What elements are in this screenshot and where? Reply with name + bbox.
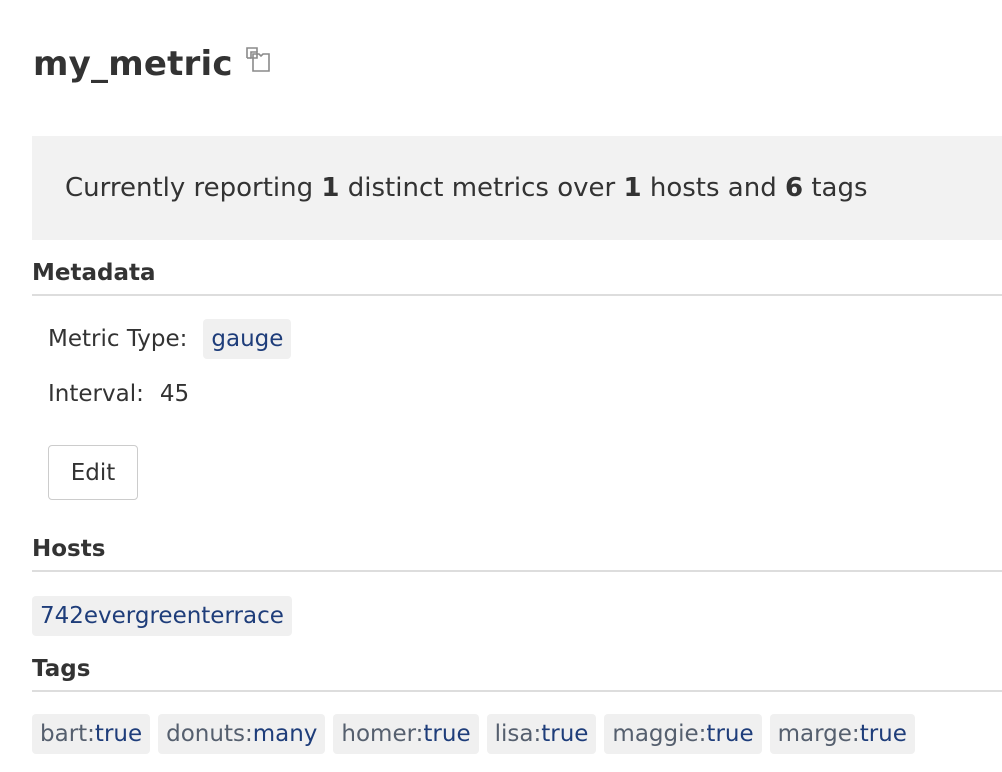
- metric-type-row: Metric Type: gauge: [48, 319, 292, 359]
- metrics-count: 1: [321, 173, 340, 203]
- tag-key: marge:: [777, 721, 860, 747]
- host-item[interactable]: 742evergreenterrace: [32, 596, 292, 636]
- tag-item[interactable]: marge:true: [769, 714, 915, 754]
- reporting-summary: Currently reporting 1 distinct metrics o…: [32, 136, 1002, 240]
- interval-label: Interval:: [48, 381, 144, 407]
- copy-icon[interactable]: [245, 45, 277, 75]
- tags-list: bart:true donuts:many homer:true lisa:tr…: [32, 714, 915, 754]
- tag-item[interactable]: bart:true: [32, 714, 151, 754]
- tag-item[interactable]: maggie:true: [604, 714, 762, 754]
- summary-tags-text: tags: [803, 173, 868, 203]
- metadata-heading: Metadata: [32, 260, 1002, 296]
- tag-key: maggie:: [612, 721, 707, 747]
- summary-hosts-text: hosts and: [641, 173, 785, 203]
- tag-key: donuts:: [166, 721, 253, 747]
- page-title: my_metric: [33, 44, 233, 84]
- interval-row: Interval: 45: [48, 374, 189, 414]
- tag-value: true: [706, 721, 754, 747]
- tag-item[interactable]: homer:true: [333, 714, 479, 754]
- tag-value: true: [859, 721, 907, 747]
- edit-button[interactable]: Edit: [48, 445, 138, 500]
- tag-value: many: [252, 721, 318, 747]
- tag-key: homer:: [341, 721, 424, 747]
- metric-type-label: Metric Type:: [48, 326, 188, 352]
- tag-value: true: [94, 721, 143, 747]
- interval-value: 45: [159, 381, 190, 407]
- tag-value: true: [423, 721, 471, 747]
- tag-value: true: [541, 721, 589, 747]
- summary-prefix: Currently reporting: [65, 173, 322, 203]
- title-row: my_metric: [33, 40, 277, 88]
- tag-item[interactable]: lisa:true: [486, 714, 597, 754]
- tags-heading: Tags: [32, 656, 1002, 692]
- hosts-heading: Hosts: [32, 536, 1002, 572]
- summary-metrics-text: distinct metrics over: [339, 173, 624, 203]
- tag-key: lisa:: [494, 721, 542, 747]
- metric-type-value[interactable]: gauge: [203, 319, 292, 359]
- tag-item[interactable]: donuts:many: [158, 714, 326, 754]
- hosts-list: 742evergreenterrace: [32, 596, 292, 636]
- tags-count: 6: [784, 173, 804, 203]
- hosts-count: 1: [623, 173, 642, 203]
- tag-key: bart:: [40, 721, 95, 747]
- metric-summary-page: my_metric Currently reporting 1 distinct…: [0, 0, 1002, 772]
